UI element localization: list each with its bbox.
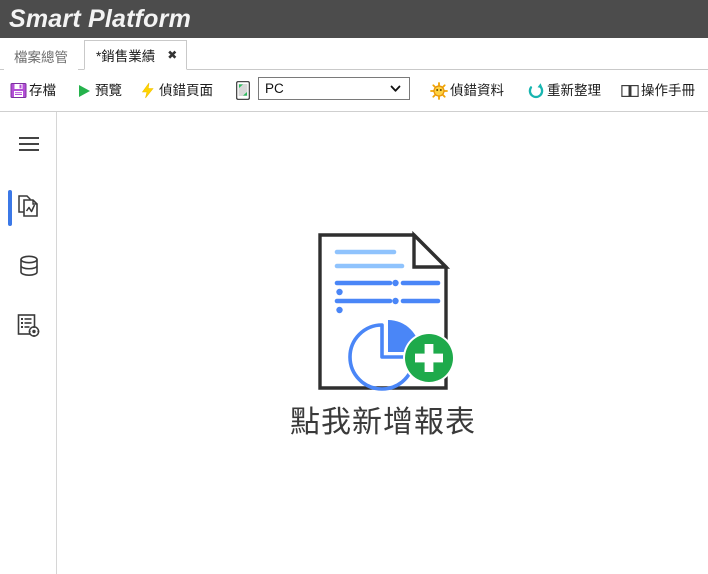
refresh-label: 重新整理 bbox=[547, 82, 601, 98]
floppy-disk-icon bbox=[9, 82, 27, 100]
add-report-label: 點我新增報表 bbox=[290, 406, 476, 439]
open-book-icon bbox=[621, 82, 639, 100]
add-report-empty-state[interactable]: 點我新增報表 bbox=[58, 230, 708, 439]
save-button[interactable]: 存檔 bbox=[9, 70, 56, 111]
application-window: Smart Platform 檔案總管 *銷售業績 ✖ 存檔 預覽 偵錯頁面 偵… bbox=[0, 0, 708, 574]
preview-button[interactable]: 預覽 bbox=[75, 70, 122, 111]
refresh-circle-icon bbox=[527, 82, 545, 100]
sidebar-item-database[interactable] bbox=[0, 246, 57, 290]
database-icon bbox=[17, 254, 41, 283]
app-title: Smart Platform bbox=[9, 5, 192, 33]
mobile-device-icon bbox=[234, 81, 252, 100]
sidebar-item-menu[interactable] bbox=[0, 124, 57, 168]
debug-data-button[interactable]: 偵錯資料 bbox=[430, 70, 504, 111]
hamburger-menu-icon bbox=[17, 135, 41, 158]
report-page-icon bbox=[16, 193, 42, 224]
tab-file-explorer[interactable]: 檔案總管 bbox=[4, 41, 78, 70]
preview-label: 預覽 bbox=[95, 82, 122, 98]
tab-strip: 檔案總管 *銷售業績 ✖ bbox=[0, 38, 708, 70]
debug-page-button[interactable]: 偵錯頁面 bbox=[139, 70, 213, 111]
app-header: Smart Platform bbox=[0, 0, 708, 38]
report-canvas: 點我新增報表 bbox=[58, 112, 708, 574]
device-preview-icon-wrap[interactable] bbox=[234, 70, 252, 111]
refresh-button[interactable]: 重新整理 bbox=[527, 70, 601, 111]
sidebar-item-report-page[interactable] bbox=[0, 186, 57, 230]
sidebar-item-report-settings[interactable] bbox=[0, 306, 57, 350]
device-select[interactable]: PC bbox=[258, 77, 410, 100]
manual-button[interactable]: 操作手冊 bbox=[621, 70, 695, 111]
new-report-document-icon bbox=[296, 230, 471, 395]
manual-label: 操作手冊 bbox=[641, 82, 695, 98]
debug-page-label: 偵錯頁面 bbox=[159, 82, 213, 98]
sidebar bbox=[0, 112, 57, 574]
tab-label: *銷售業績 bbox=[96, 49, 156, 64]
bug-icon bbox=[430, 81, 448, 100]
tab-label: 檔案總管 bbox=[14, 49, 68, 65]
chevron-down-icon bbox=[389, 82, 402, 95]
report-settings-icon bbox=[16, 313, 41, 343]
debug-data-label: 偵錯資料 bbox=[450, 82, 504, 98]
tab-sales-performance[interactable]: *銷售業績 ✖ bbox=[84, 40, 188, 70]
close-icon[interactable]: ✖ bbox=[167, 49, 177, 61]
lightning-bolt-icon bbox=[139, 82, 157, 100]
save-label: 存檔 bbox=[29, 82, 56, 98]
play-triangle-icon bbox=[75, 82, 93, 100]
device-select-value: PC bbox=[265, 81, 284, 96]
